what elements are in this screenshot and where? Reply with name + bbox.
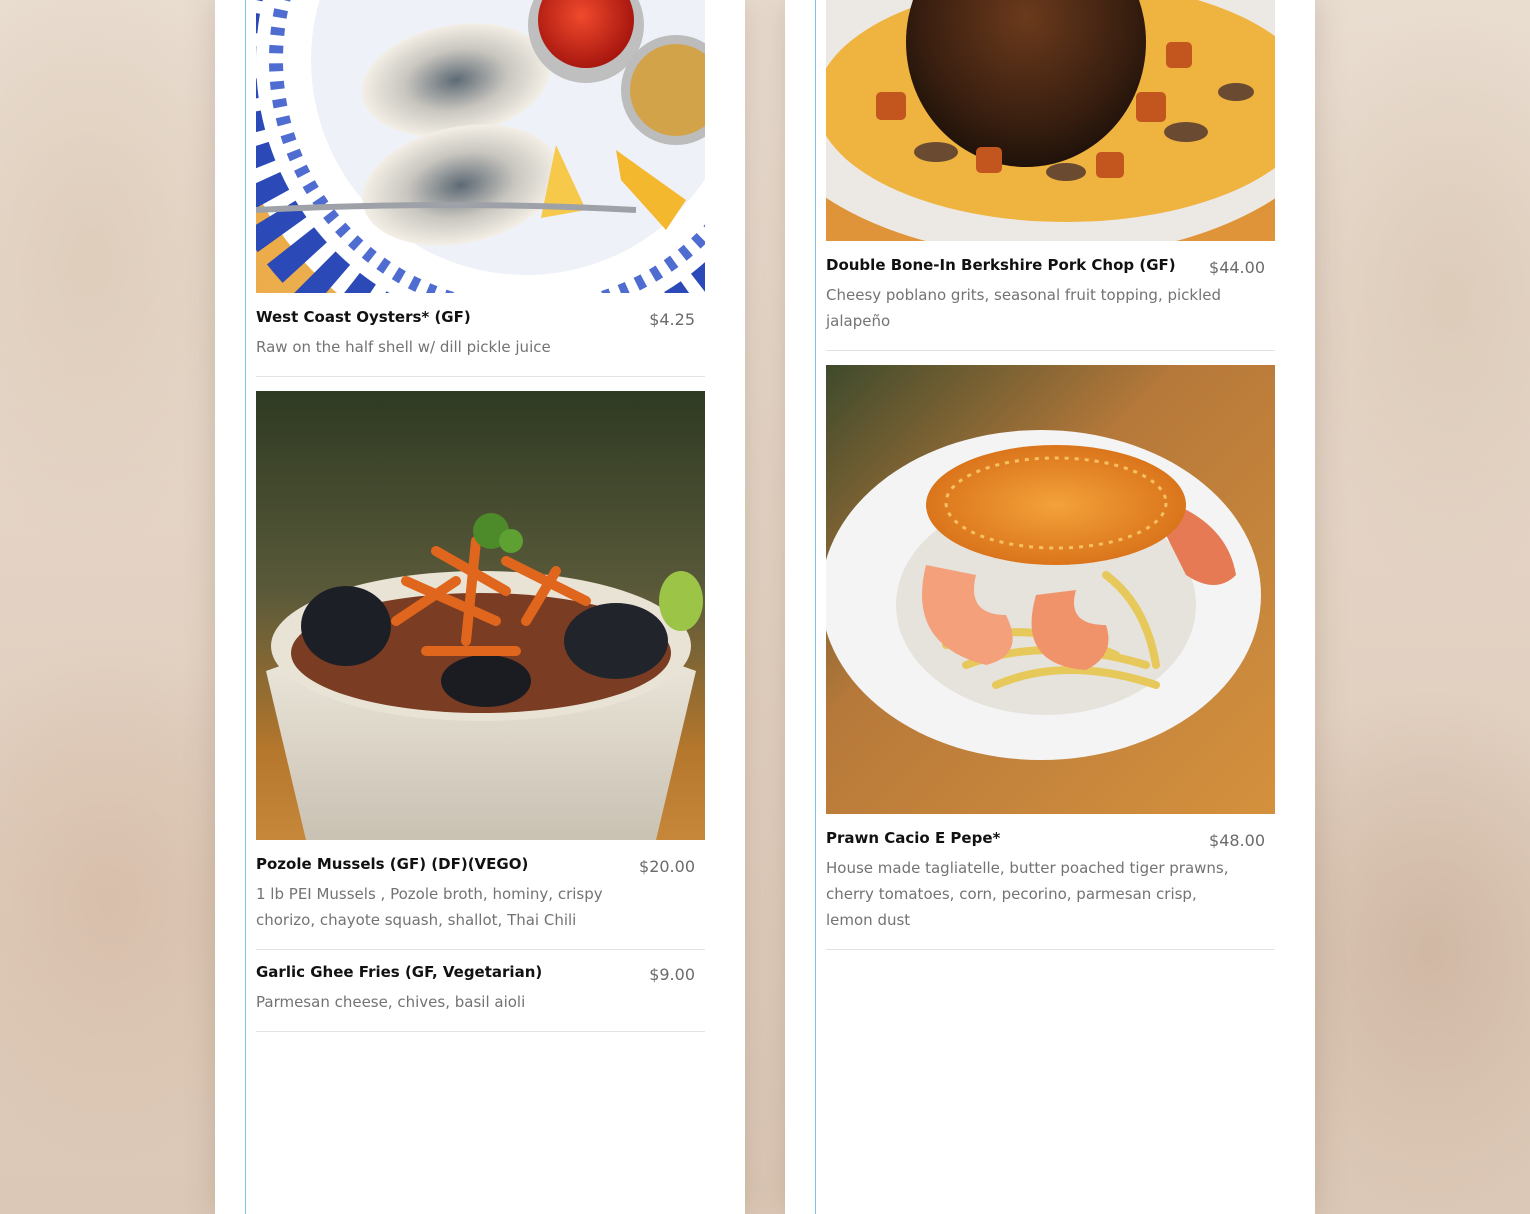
- menu-item-description: Parmesan cheese, chives, basil aioli: [256, 993, 526, 1011]
- menu-item-details: Pozole Mussels (GF) (DF)(VEGO) $20.00 1 …: [256, 840, 705, 949]
- menu-item-name: West Coast Oysters* (GF): [256, 308, 471, 326]
- menu-item-name: Garlic Ghee Fries (GF, Vegetarian): [256, 963, 543, 981]
- mussels-photo[interactable]: [256, 391, 705, 840]
- oysters-photo[interactable]: [256, 0, 705, 293]
- menu-item-pork-chop[interactable]: Double Bone-In Berkshire Pork Chop (GF) …: [826, 0, 1275, 351]
- menu-item-details: Prawn Cacio E Pepe* $48.00 House made ta…: [826, 814, 1275, 949]
- pork-chop-photo[interactable]: [826, 0, 1275, 241]
- menu-item-details: Double Bone-In Berkshire Pork Chop (GF) …: [826, 241, 1275, 350]
- menu-item-garlic-ghee-fries[interactable]: Garlic Ghee Fries (GF, Vegetarian) $9.00…: [256, 948, 705, 1032]
- prawn-pasta-photo[interactable]: [826, 365, 1275, 814]
- menu-item-description: 1 lb PEI Mussels , Pozole broth, hominy,…: [256, 885, 603, 929]
- menu-card-left: West Coast Oysters* (GF) $4.25 Raw on th…: [215, 0, 745, 1214]
- menu-item-prawn-cacio-e-pepe[interactable]: Prawn Cacio E Pepe* $48.00 House made ta…: [826, 365, 1275, 950]
- menu-item-description: Cheesy poblano grits, seasonal fruit top…: [826, 286, 1222, 330]
- menu-item-description: House made tagliatelle, butter poached t…: [826, 859, 1229, 929]
- menu-card-right: Double Bone-In Berkshire Pork Chop (GF) …: [785, 0, 1315, 1214]
- menu-item-pozole-mussels[interactable]: Pozole Mussels (GF) (DF)(VEGO) $20.00 1 …: [256, 391, 705, 950]
- menu-column-left: West Coast Oysters* (GF) $4.25 Raw on th…: [245, 0, 716, 1214]
- menu-item-details: West Coast Oysters* (GF) $4.25 Raw on th…: [256, 293, 705, 376]
- menu-item-oysters[interactable]: West Coast Oysters* (GF) $4.25 Raw on th…: [256, 0, 705, 377]
- menu-item-price: $48.00: [1209, 831, 1265, 850]
- menu-item-description: Raw on the half shell w/ dill pickle jui…: [256, 338, 551, 356]
- menu-item-name: Prawn Cacio E Pepe*: [826, 829, 1001, 847]
- menu-item-name: Double Bone-In Berkshire Pork Chop (GF): [826, 256, 1176, 274]
- menu-item-price: $9.00: [649, 965, 695, 984]
- menu-item-price: $4.25: [649, 310, 695, 329]
- menu-item-price: $20.00: [639, 857, 695, 876]
- menu-item-name: Pozole Mussels (GF) (DF)(VEGO): [256, 855, 529, 873]
- menu-item-price: $44.00: [1209, 258, 1265, 277]
- menu-column-right: Double Bone-In Berkshire Pork Chop (GF) …: [815, 0, 1286, 1214]
- menu-item-details: Garlic Ghee Fries (GF, Vegetarian) $9.00…: [256, 948, 705, 1031]
